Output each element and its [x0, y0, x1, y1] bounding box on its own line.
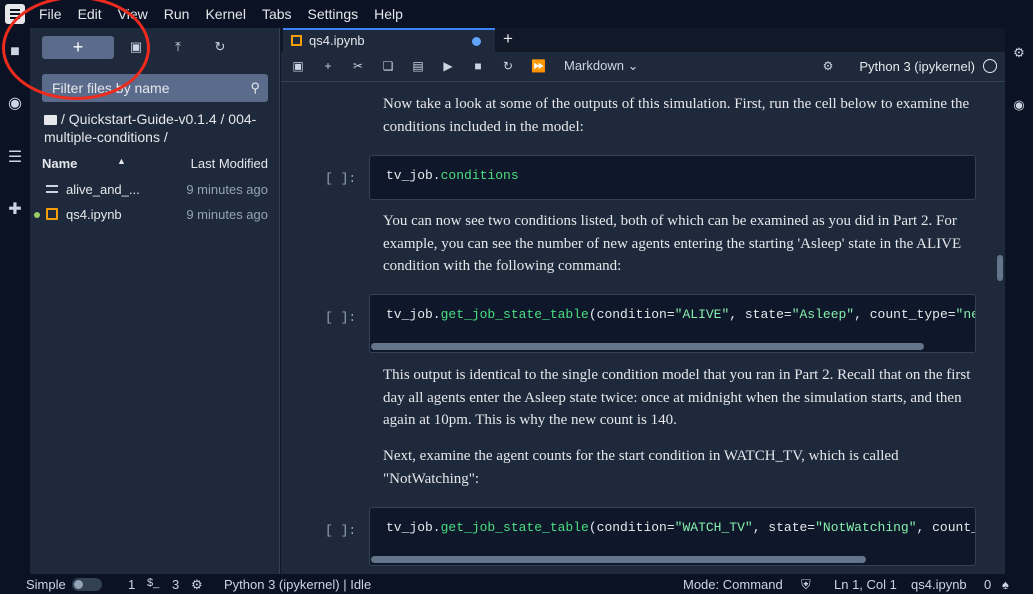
- file-row[interactable]: qs4.ipynb 9 minutes ago: [30, 203, 280, 227]
- sort-ascending-icon: ▲: [117, 156, 126, 166]
- cut-icon[interactable]: ✂: [351, 59, 365, 73]
- menu-settings[interactable]: Settings: [308, 6, 359, 22]
- fast-forward-icon[interactable]: ⏩: [531, 59, 546, 73]
- horizontal-scrollbar[interactable]: [371, 556, 866, 563]
- horizontal-scrollbar[interactable]: [371, 343, 924, 350]
- paste-icon[interactable]: ▤: [411, 59, 425, 73]
- file-modified: 9 minutes ago: [186, 207, 268, 222]
- menu-view[interactable]: View: [118, 6, 148, 22]
- new-launcher-button[interactable]: +: [42, 36, 114, 59]
- kernel-count[interactable]: 3: [172, 577, 179, 592]
- kernel-icon: ⚙: [191, 577, 203, 592]
- file-browser: + ▣ ⤒ ↻ ⚲ / Quickstart-Guide-v0.1.4 / 00…: [30, 28, 280, 574]
- folder-icon[interactable]: ■: [5, 42, 25, 62]
- cursor-position[interactable]: Ln 1, Col 1: [834, 577, 897, 592]
- jupyter-logo-icon: [5, 4, 25, 24]
- text-file-icon: [46, 185, 58, 193]
- copy-icon[interactable]: ❏: [381, 59, 395, 73]
- file-name: alive_and_...: [66, 182, 140, 197]
- menu-tabs[interactable]: Tabs: [262, 6, 292, 22]
- kernel-status[interactable]: Python 3 (ipykernel) | Idle: [224, 577, 371, 592]
- file-modified: 9 minutes ago: [186, 182, 268, 197]
- cell-type-value: Markdown: [564, 58, 624, 73]
- table-of-contents-icon[interactable]: ☰: [5, 148, 25, 168]
- menu-help[interactable]: Help: [374, 6, 403, 22]
- markdown-cell[interactable]: Next, examine the agent counts for the s…: [383, 445, 983, 490]
- markdown-cell[interactable]: Now take a look at some of the outputs o…: [383, 93, 983, 138]
- left-sidebar: ■ ◉ ☰ ✚: [0, 28, 30, 574]
- simple-mode-toggle[interactable]: [72, 578, 102, 591]
- column-name[interactable]: Name: [42, 156, 77, 171]
- kernel-idle-icon: [983, 59, 997, 73]
- code-cell[interactable]: tv_job.get_job_state_table(condition="WA…: [369, 507, 976, 566]
- new-folder-icon[interactable]: ▣: [128, 39, 144, 55]
- cell-prompt: [ ]:: [325, 171, 357, 186]
- code-text: tv_job.get_job_state_table(condition="AL…: [386, 307, 975, 322]
- notebook-panel: qs4.ipynb + ▣ + ✂ ❏ ▤ ▶ ■ ↻ ⏩ Markdown ⌄…: [281, 28, 1005, 574]
- right-sidebar: ⚙ ◉: [1005, 28, 1033, 574]
- running-kernels-icon[interactable]: ◉: [5, 94, 25, 114]
- running-indicator: [34, 212, 40, 218]
- search-icon: ⚲: [250, 80, 260, 95]
- code-cell[interactable]: tv_job.get_job_state_table(condition="AL…: [369, 294, 976, 353]
- run-icon[interactable]: ▶: [441, 59, 455, 73]
- cell-prompt: [ ]:: [325, 310, 357, 325]
- file-filter: ⚲: [42, 74, 268, 102]
- notebook-icon: [291, 35, 302, 46]
- menu-file[interactable]: File: [39, 6, 62, 22]
- filter-input[interactable]: [42, 74, 232, 102]
- file-list-header: Name ▲ Last Modified: [42, 156, 280, 176]
- debugger-icon[interactable]: ◉: [1012, 98, 1026, 112]
- chevron-down-icon: ⌄: [627, 58, 639, 73]
- terminal-count[interactable]: 1: [128, 577, 135, 592]
- notebook-icon: [46, 208, 58, 220]
- trusted-icon[interactable]: ⛨: [801, 577, 811, 593]
- unsaved-indicator-icon[interactable]: [472, 37, 481, 46]
- notification-count[interactable]: 0: [984, 577, 991, 592]
- insert-cell-icon[interactable]: +: [321, 59, 335, 73]
- menu-bar: File Edit View Run Kernel Tabs Settings …: [0, 0, 1033, 28]
- menu-edit[interactable]: Edit: [78, 6, 102, 22]
- breadcrumb[interactable]: / Quickstart-Guide-v0.1.4 / 004-multiple…: [44, 110, 274, 146]
- new-tab-button[interactable]: +: [503, 29, 513, 49]
- breadcrumb-path[interactable]: / Quickstart-Guide-v0.1.4 / 004-multiple…: [44, 111, 256, 145]
- menu-kernel[interactable]: Kernel: [205, 6, 245, 22]
- cell-type-select[interactable]: Markdown ⌄: [564, 58, 639, 74]
- restart-icon[interactable]: ↻: [501, 59, 515, 73]
- tab-qs4[interactable]: qs4.ipynb: [283, 28, 495, 52]
- notebook-toolbar: ▣ + ✂ ❏ ▤ ▶ ■ ↻ ⏩ Markdown ⌄ ⚙ Python 3 …: [281, 52, 1005, 82]
- stop-icon[interactable]: ■: [471, 59, 485, 73]
- refresh-icon[interactable]: ↻: [212, 39, 228, 55]
- terminal-icon: $_: [147, 577, 160, 589]
- code-text: tv_job.conditions: [386, 168, 519, 183]
- file-row[interactable]: alive_and_... 9 minutes ago: [30, 178, 280, 202]
- menu-run[interactable]: Run: [164, 6, 190, 22]
- upload-icon[interactable]: ⤒: [170, 39, 186, 55]
- command-mode: Mode: Command: [683, 577, 783, 592]
- folder-icon: [44, 115, 57, 125]
- file-name: qs4.ipynb: [66, 207, 122, 222]
- bell-icon[interactable]: ♠: [1002, 577, 1009, 592]
- file-browser-toolbar: + ▣ ⤒ ↻: [30, 28, 279, 68]
- save-icon[interactable]: ▣: [291, 59, 305, 73]
- markdown-cell[interactable]: You can now see two conditions listed, b…: [383, 210, 983, 278]
- kernel-name[interactable]: Python 3 (ipykernel): [859, 59, 975, 74]
- notebook-cells[interactable]: Now take a look at some of the outputs o…: [281, 83, 995, 574]
- vertical-scrollbar[interactable]: [997, 255, 1003, 281]
- simple-mode-label: Simple: [26, 577, 66, 592]
- extension-icon[interactable]: ✚: [5, 200, 25, 220]
- column-last-modified[interactable]: Last Modified: [191, 156, 268, 171]
- code-text: tv_job.get_job_state_table(condition="WA…: [386, 520, 975, 535]
- tab-label: qs4.ipynb: [309, 33, 365, 48]
- cell-prompt: [ ]:: [325, 523, 357, 538]
- debugger-icon[interactable]: ⚙: [821, 59, 835, 73]
- status-bar: Simple 1 $_ 3 ⚙ Python 3 (ipykernel) | I…: [0, 574, 1033, 594]
- tab-bar: qs4.ipynb +: [281, 28, 1005, 52]
- markdown-cell[interactable]: This output is identical to the single c…: [383, 364, 983, 432]
- file-name: qs4.ipynb: [911, 577, 967, 592]
- property-inspector-icon[interactable]: ⚙: [1012, 46, 1026, 60]
- code-cell[interactable]: tv_job.conditions: [369, 155, 976, 200]
